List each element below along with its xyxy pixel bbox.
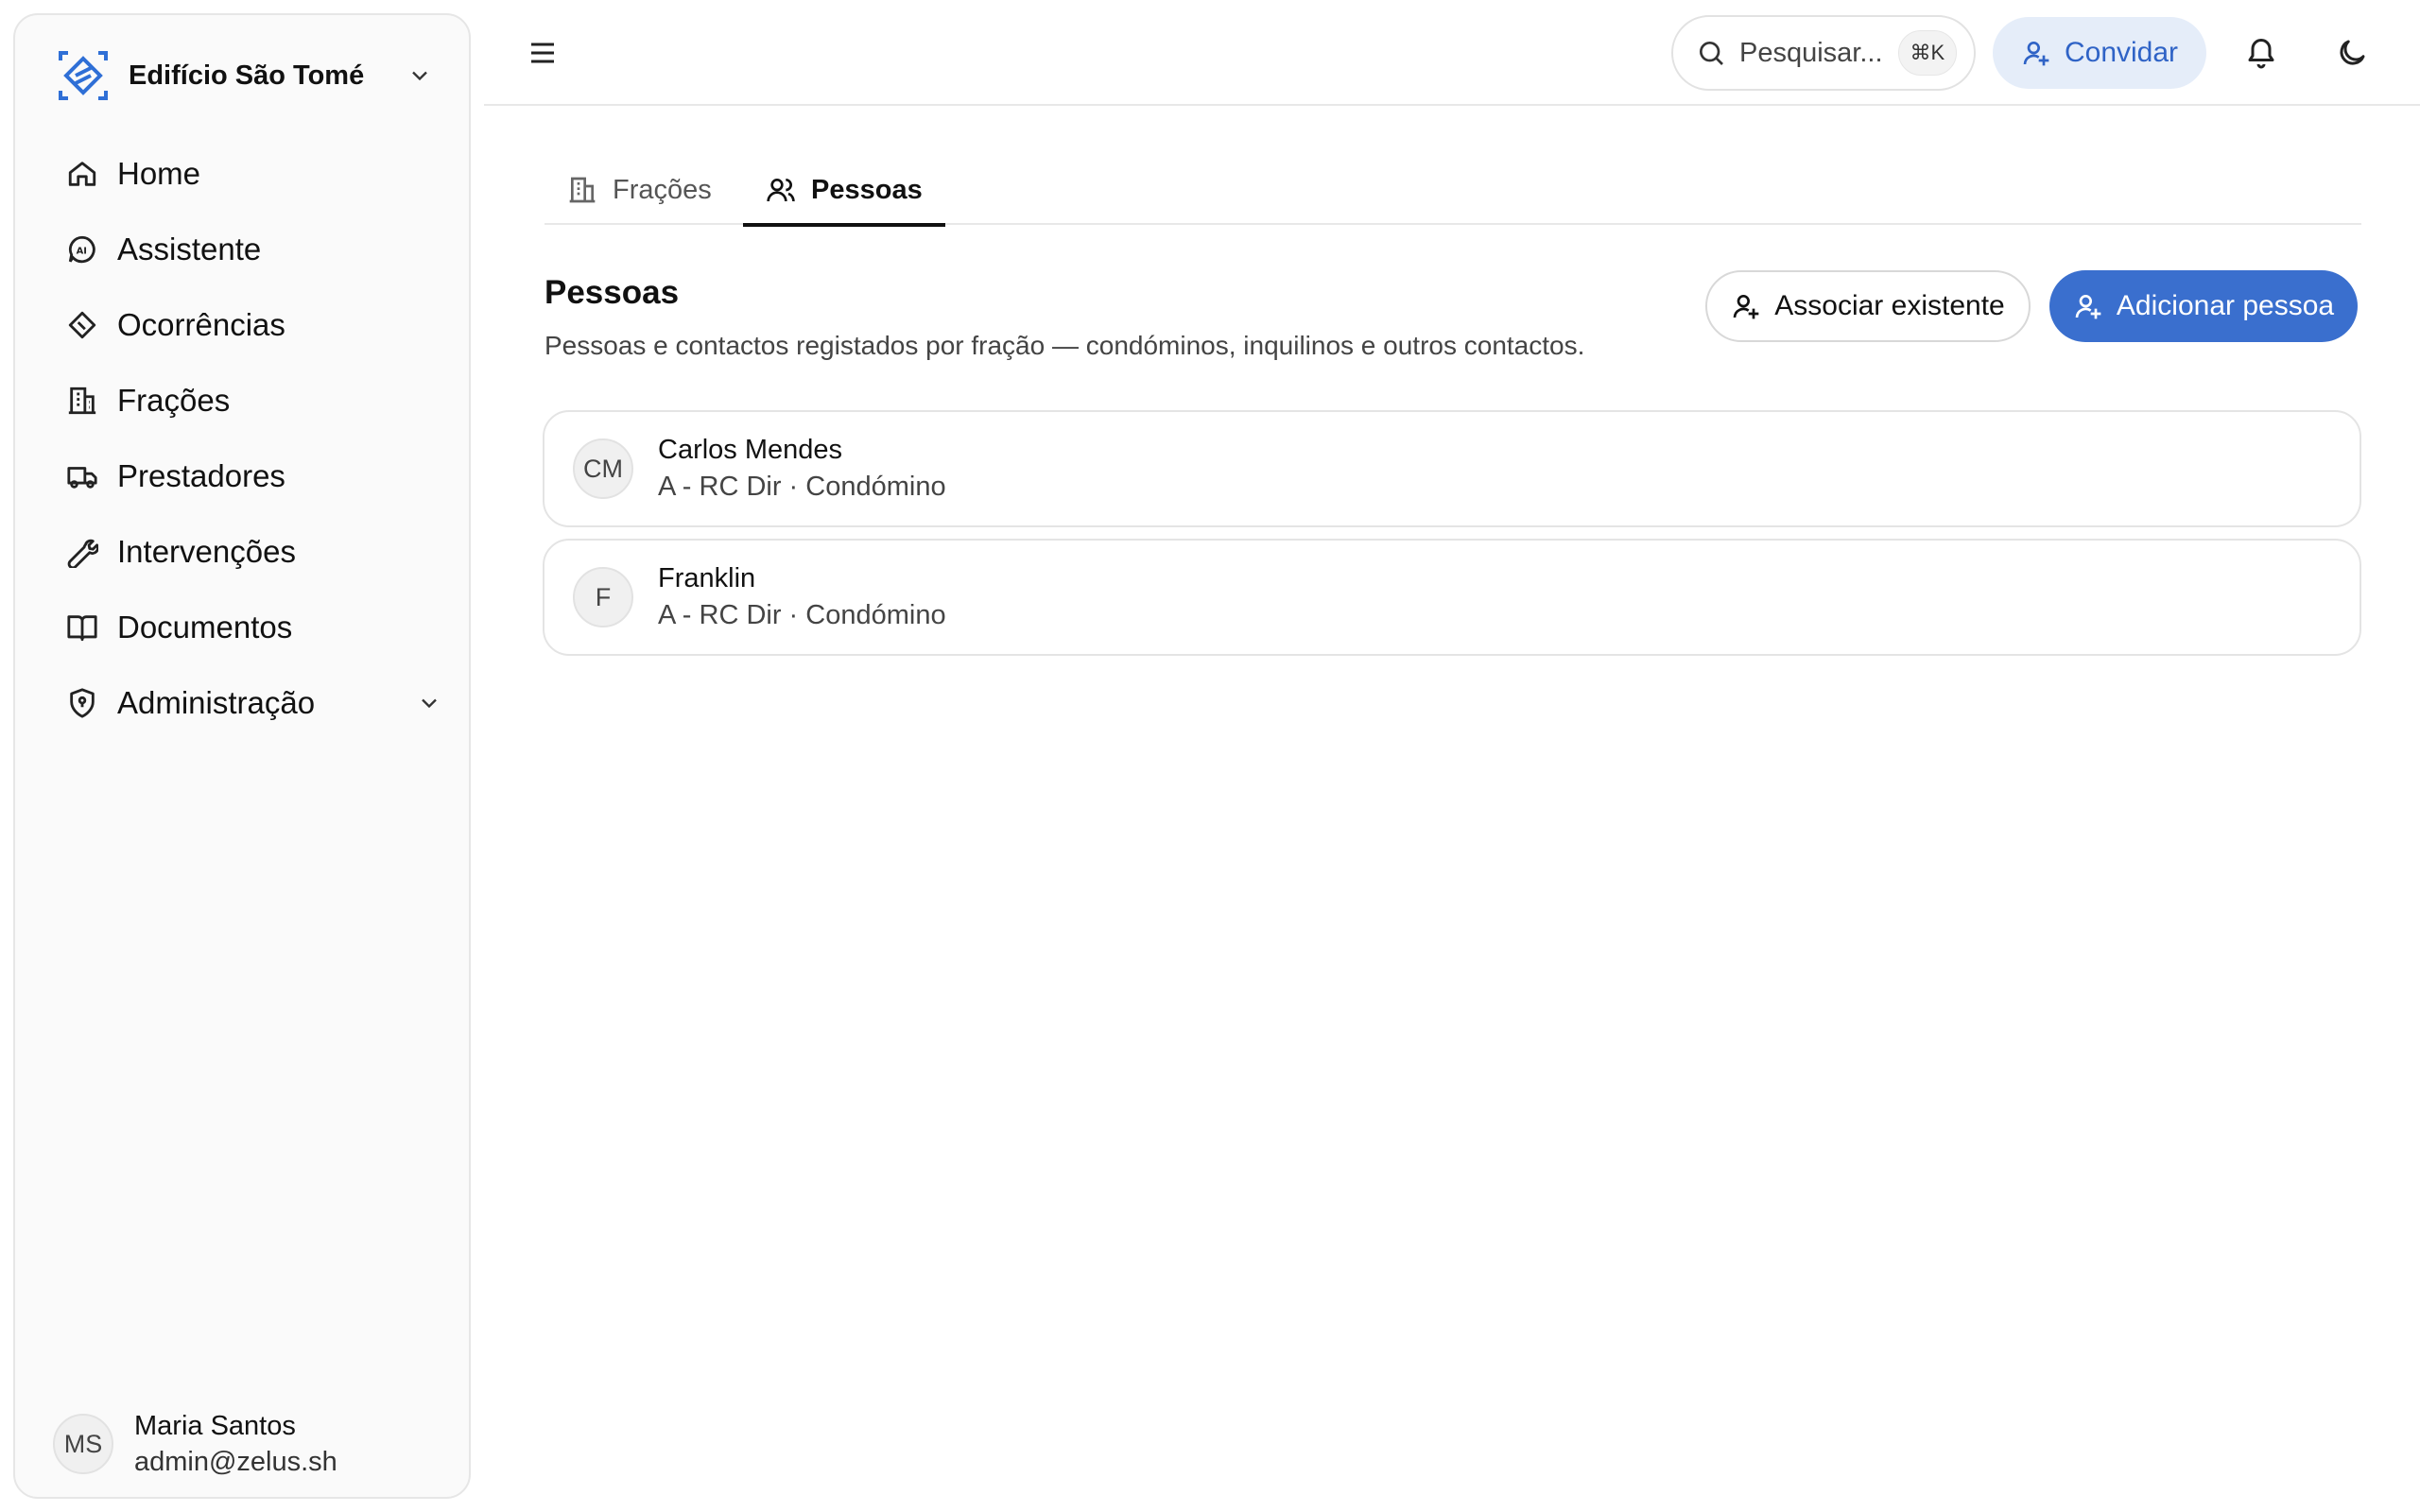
user-plus-icon [1733, 295, 1759, 319]
user-email: admin@zelus.sh [134, 1447, 337, 1477]
sidebar-item-label: Intervenções [117, 534, 296, 569]
user-name: Maria Santos [134, 1411, 296, 1441]
ticket-icon [68, 311, 96, 339]
sidebar-item-ocorrencias[interactable]: Ocorrências [49, 287, 456, 363]
people-list: CM Carlos Mendes A - RC Dir · Condómino … [543, 410, 2361, 667]
users-icon [767, 179, 795, 202]
workspace-switcher[interactable]: Edifício São Tomé [42, 36, 450, 115]
menu-icon[interactable] [526, 36, 560, 70]
search-box[interactable]: Pesquisar... ⌘K [1671, 15, 1976, 91]
person-unit-role: A - RC Dir · Condómino [658, 600, 946, 630]
avatar: CM [573, 438, 633, 499]
sidebar-item-administracao[interactable]: Administração [49, 665, 456, 741]
user-menu[interactable]: MS Maria Santos admin@zelus.sh [53, 1399, 459, 1489]
building-icon [68, 387, 96, 415]
chevron-down-icon [412, 71, 427, 81]
app-root: Edifício São Tomé Home AI Assistente Oco… [0, 0, 2420, 1512]
home-icon [68, 162, 96, 186]
ai-chat-icon: AI [68, 235, 95, 264]
person-name: Franklin [658, 563, 756, 593]
sidebar-item-label: Prestadores [117, 458, 285, 493]
person-info: Carlos Mendes A - RC Dir · Condómino [658, 432, 946, 506]
tab-label: Pessoas [811, 174, 923, 205]
truck-icon [67, 467, 97, 489]
sidebar-item-prestadores[interactable]: Prestadores [49, 438, 456, 514]
sidebar-item-home[interactable]: Home [49, 136, 456, 212]
list-item[interactable]: F Franklin A - RC Dir · Condómino [543, 539, 2361, 656]
workspace-name: Edifício São Tomé [129, 60, 365, 91]
svg-text:AI: AI [77, 246, 87, 256]
add-person-label: Adicionar pessoa [2116, 290, 2335, 321]
sidebar-item-fracoes[interactable]: Frações [49, 363, 456, 438]
page-description: Pessoas e contactos registados por fraçã… [544, 331, 1585, 360]
user-info: Maria Santos admin@zelus.sh [134, 1408, 337, 1480]
book-icon [67, 615, 97, 642]
shield-icon [70, 688, 95, 718]
sidebar-item-label: Administração [117, 685, 316, 720]
add-person-button[interactable]: Adicionar pessoa [2049, 270, 2358, 342]
invite-button[interactable]: Convidar [1993, 17, 2206, 89]
search-placeholder: Pesquisar... [1739, 37, 1883, 68]
bell-icon[interactable] [2244, 36, 2278, 70]
sidebar-item-label: Home [117, 156, 201, 191]
list-item[interactable]: CM Carlos Mendes A - RC Dir · Condómino [543, 410, 2361, 527]
moon-icon[interactable] [2335, 36, 2369, 70]
logo-icon [59, 51, 108, 100]
person-name: Carlos Mendes [658, 435, 843, 465]
chevron-down-icon [422, 698, 437, 709]
user-plus-icon [2075, 295, 2101, 319]
associate-existing-label: Associar existente [1774, 290, 2005, 321]
sidebar-item-documentos[interactable]: Documentos [49, 590, 456, 665]
person-info: Franklin A - RC Dir · Condómino [658, 560, 946, 634]
associate-existing-button[interactable]: Associar existente [1705, 270, 2031, 342]
tab-fracoes[interactable]: Frações [544, 155, 735, 225]
wrench-icon [67, 539, 98, 568]
tab-pessoas[interactable]: Pessoas [743, 155, 945, 227]
user-plus-icon [2023, 42, 2049, 66]
sidebar-item-label: Assistente [117, 232, 262, 266]
avatar: MS [53, 1414, 113, 1474]
sidebar-nav: Home AI Assistente Ocorrências Frações P… [49, 136, 456, 741]
sidebar-item-assistente[interactable]: AI Assistente [49, 212, 456, 287]
avatar: F [573, 567, 633, 627]
building-icon [569, 177, 596, 203]
tab-bar: Frações Pessoas [544, 155, 2361, 227]
sidebar-item-label: Documentos [117, 610, 293, 644]
sidebar-item-label: Frações [117, 383, 231, 418]
sidebar-item-intervencoes[interactable]: Intervenções [49, 514, 456, 590]
topbar: Pesquisar... ⌘K Convidar [484, 0, 2420, 106]
sidebar: Edifício São Tomé Home AI Assistente Oco… [13, 13, 471, 1499]
search-icon [1700, 42, 1723, 65]
invite-label: Convidar [2064, 37, 2179, 68]
person-unit-role: A - RC Dir · Condómino [658, 472, 946, 502]
sidebar-item-label: Ocorrências [117, 307, 285, 342]
search-shortcut-badge: ⌘K [1897, 30, 1958, 76]
tab-label: Frações [613, 174, 712, 205]
page-title: Pessoas [544, 274, 680, 311]
